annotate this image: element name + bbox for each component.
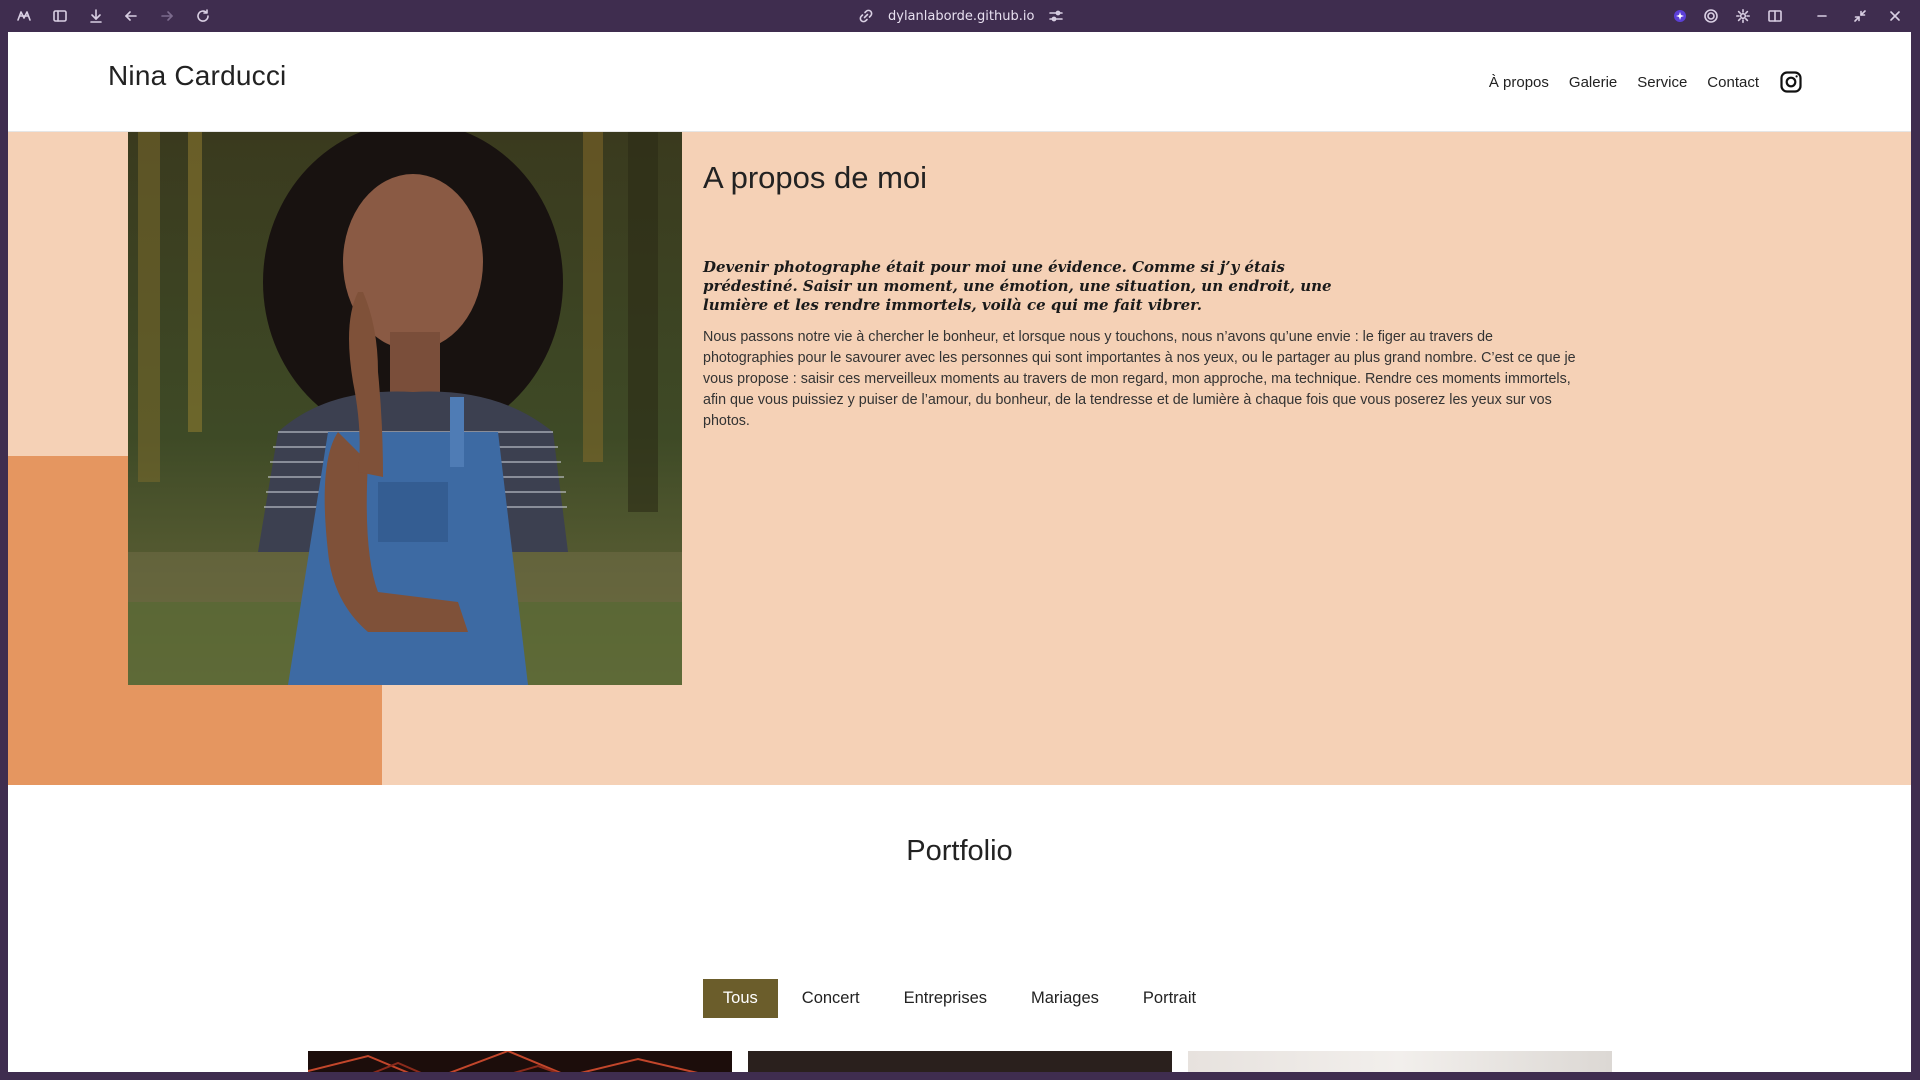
filter-concert-button[interactable]: Concert xyxy=(782,979,880,1018)
portfolio-filters: Tous Concert Entreprises Mariages Portra… xyxy=(8,979,1911,1018)
gallery-image[interactable] xyxy=(748,1051,1172,1072)
sidebar-toggle-icon[interactable] xyxy=(50,6,70,26)
link-icon xyxy=(856,6,876,26)
about-text-block: A propos de moi Devenir photographe étai… xyxy=(703,160,1583,432)
instagram-icon[interactable] xyxy=(1779,70,1803,94)
nav-link-contact[interactable]: Contact xyxy=(1707,74,1759,91)
gallery-image[interactable] xyxy=(1188,1051,1612,1072)
address-bar[interactable]: dylanlaborde.github.io xyxy=(856,6,1066,26)
site-title[interactable]: Nina Carducci xyxy=(108,60,286,92)
main-nav: À propos Galerie Service Contact xyxy=(1489,70,1803,94)
nav-link-service[interactable]: Service xyxy=(1637,74,1687,91)
about-body-text: Nous passons notre vie à chercher le bon… xyxy=(703,329,1576,429)
minimize-icon[interactable] xyxy=(1812,6,1832,26)
target-icon[interactable] xyxy=(1701,6,1721,26)
gallery-image[interactable] xyxy=(308,1051,732,1072)
site-settings-icon[interactable] xyxy=(1046,6,1066,26)
browser-toolbar: dylanlaborde.github.io xyxy=(0,0,1920,32)
restore-icon[interactable] xyxy=(1850,6,1870,26)
reload-icon[interactable] xyxy=(193,6,213,26)
site-header: Nina Carducci À propos Galerie Service C… xyxy=(8,32,1911,132)
portfolio-gallery xyxy=(308,1051,1612,1072)
filter-tous-button[interactable]: Tous xyxy=(702,979,778,1018)
extension-icon[interactable] xyxy=(1670,6,1690,26)
about-portrait-photo xyxy=(128,132,682,685)
back-arrow-icon[interactable] xyxy=(121,6,141,26)
split-view-icon[interactable] xyxy=(1765,6,1785,26)
nav-link-a-propos[interactable]: À propos xyxy=(1489,74,1549,91)
page-viewport: Nina Carducci À propos Galerie Service C… xyxy=(8,32,1911,1072)
portfolio-title: Portfolio xyxy=(906,835,1013,867)
about-quote: Devenir photographe était pour moi une é… xyxy=(703,258,1332,314)
forward-arrow-icon[interactable] xyxy=(157,6,177,26)
close-icon[interactable] xyxy=(1885,6,1905,26)
download-icon[interactable] xyxy=(86,6,106,26)
browser-logo-icon[interactable] xyxy=(14,6,34,26)
filter-entreprises-button[interactable]: Entreprises xyxy=(884,979,1007,1018)
nav-link-galerie[interactable]: Galerie xyxy=(1569,74,1617,91)
about-title: A propos de moi xyxy=(703,160,928,195)
filter-portrait-button[interactable]: Portrait xyxy=(1123,979,1216,1018)
gear-icon[interactable] xyxy=(1733,6,1753,26)
url-text[interactable]: dylanlaborde.github.io xyxy=(888,9,1034,24)
about-section: A propos de moi Devenir photographe étai… xyxy=(8,132,1911,785)
filter-mariages-button[interactable]: Mariages xyxy=(1011,979,1119,1018)
